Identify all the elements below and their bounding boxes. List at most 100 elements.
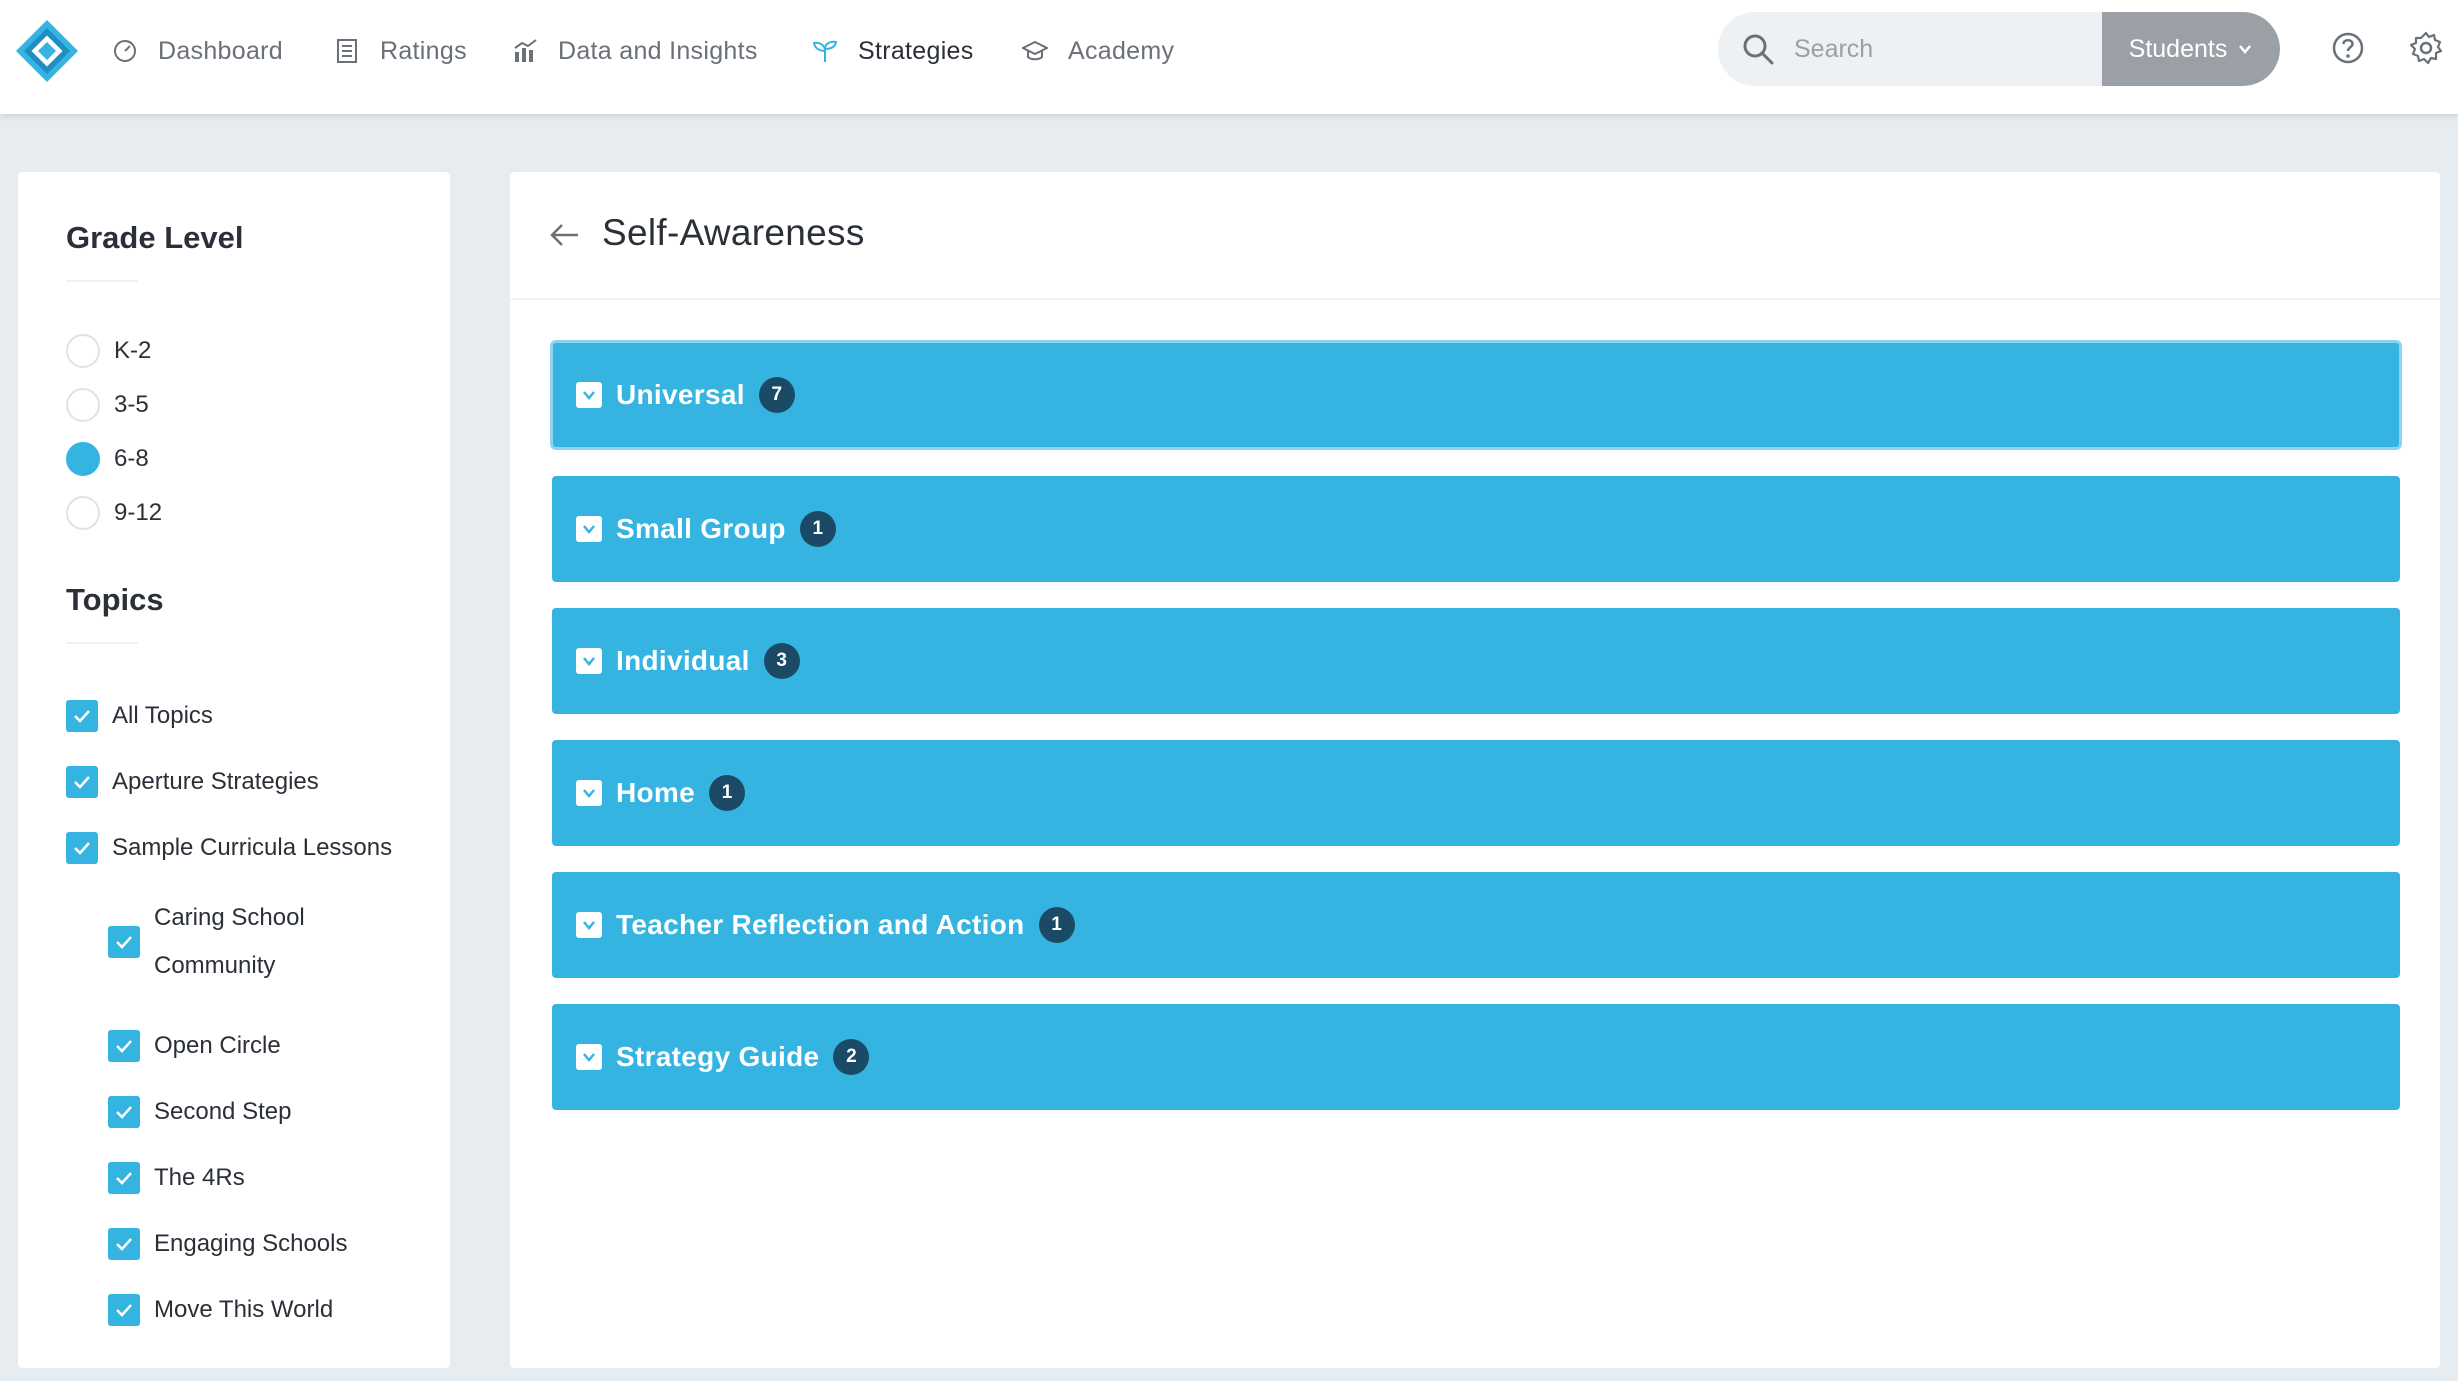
topic-all-topics[interactable]: All Topics — [66, 700, 213, 732]
topic-aperture-strategies[interactable]: Aperture Strategies — [66, 766, 319, 798]
radio-button-selected[interactable] — [66, 442, 100, 476]
subtopic-second-step[interactable]: Second Step — [108, 1096, 291, 1128]
ratings-icon — [337, 39, 357, 63]
checkmark-icon — [74, 842, 90, 855]
count-badge: 1 — [1038, 907, 1075, 943]
subtopic-caring-school-community[interactable]: Caring School Community — [108, 894, 354, 990]
grade-option-3-5[interactable]: 3-5 — [66, 388, 149, 422]
section-small-group[interactable]: Small Group 1 — [552, 476, 2400, 582]
subtopic-engaging-schools[interactable]: Engaging Schools — [108, 1228, 347, 1260]
section-label: Individual — [616, 645, 750, 676]
nav-ratings-label: Ratings — [380, 36, 467, 65]
chevron-down-icon[interactable] — [576, 780, 602, 806]
radio-button[interactable] — [66, 496, 100, 530]
nav-academy-label: Academy — [1068, 36, 1175, 65]
section-label: Home — [616, 777, 695, 808]
checkmark-icon — [116, 1172, 132, 1185]
page-title: Self-Awareness — [602, 212, 865, 253]
search-scope-dropdown[interactable]: Students — [2102, 12, 2280, 86]
strategies-panel: Self-Awareness Universal 7 Small Group 1… — [510, 172, 2440, 1368]
grade-option-9-12[interactable]: 9-12 — [66, 496, 162, 530]
chevron-down-icon[interactable] — [576, 1044, 602, 1070]
subtopic-label: Caring School Community — [154, 904, 305, 979]
checkmark-icon — [116, 1106, 132, 1119]
back-arrow-icon[interactable] — [548, 218, 582, 252]
search-input[interactable] — [1794, 12, 2094, 86]
dashboard-icon — [114, 40, 136, 62]
sprout-icon — [812, 40, 838, 62]
count-badge: 1 — [799, 511, 836, 547]
search-scope-label: Students — [2128, 34, 2228, 63]
grade-option-label: 3-5 — [114, 391, 149, 418]
gear-icon[interactable] — [2408, 30, 2444, 66]
search-bar: Students — [1718, 12, 2280, 86]
section-strategy-guide[interactable]: Strategy Guide 2 — [552, 1004, 2400, 1110]
nav-dashboard-label: Dashboard — [158, 36, 284, 65]
checkbox-checked[interactable] — [108, 926, 140, 958]
checkbox-checked[interactable] — [108, 1096, 140, 1128]
chevron-down-icon — [2239, 45, 2252, 54]
chevron-down-icon[interactable] — [576, 648, 602, 674]
subtopic-open-circle[interactable]: Open Circle — [108, 1030, 281, 1062]
checkbox-checked[interactable] — [66, 766, 98, 798]
grade-option-k-2[interactable]: K-2 — [66, 334, 151, 368]
section-label: Teacher Reflection and Action — [616, 909, 1025, 940]
topic-label: Sample Curricula Lessons — [112, 834, 393, 861]
nav-strategies[interactable]: Strategies — [812, 30, 974, 72]
checkmark-icon — [74, 776, 90, 789]
checkbox-checked[interactable] — [66, 700, 98, 732]
chevron-down-icon[interactable] — [576, 382, 602, 408]
subtopic-label: Engaging Schools — [154, 1230, 348, 1257]
grade-option-label: 6-8 — [114, 445, 149, 472]
count-badge: 1 — [709, 775, 745, 811]
nav-strategies-label: Strategies — [858, 36, 974, 65]
checkmark-icon — [116, 936, 132, 949]
filter-sidebar: Grade Level K-2 3-5 6-8 9-12 Topics All … — [18, 172, 450, 1368]
nav-dashboard[interactable]: Dashboard — [112, 30, 283, 72]
topic-label: All Topics — [112, 702, 213, 729]
grade-option-label: K-2 — [114, 337, 152, 364]
nav-ratings[interactable]: Ratings — [334, 30, 467, 72]
checkbox-checked[interactable] — [108, 1294, 140, 1326]
radio-button[interactable] — [66, 388, 100, 422]
topic-sample-curricula-lessons[interactable]: Sample Curricula Lessons — [66, 832, 392, 864]
section-label: Universal — [616, 379, 745, 410]
checkbox-checked[interactable] — [108, 1162, 140, 1194]
checkbox-checked[interactable] — [66, 832, 98, 864]
nav-academy[interactable]: Academy — [1022, 30, 1174, 72]
section-teacher-reflection-and-action[interactable]: Teacher Reflection and Action 1 — [552, 872, 2400, 978]
divider — [66, 280, 138, 282]
count-badge: 2 — [833, 1039, 870, 1075]
checkmark-icon — [116, 1040, 132, 1053]
subtopic-move-this-world[interactable]: Move This World — [108, 1294, 333, 1326]
checkbox-checked[interactable] — [108, 1030, 140, 1062]
radio-button[interactable] — [66, 334, 100, 368]
checkmark-icon — [74, 710, 90, 723]
nav-data-and-insights-label: Data and Insights — [558, 36, 758, 65]
chevron-down-icon[interactable] — [576, 516, 602, 542]
section-label: Strategy Guide — [616, 1041, 820, 1072]
panel-header: Self-Awareness — [510, 172, 2440, 300]
count-badge: 3 — [763, 643, 800, 679]
divider — [66, 642, 138, 644]
section-label: Small Group — [616, 513, 786, 544]
section-universal[interactable]: Universal 7 — [550, 340, 2402, 450]
nav-data-and-insights[interactable]: Data and Insights — [512, 30, 758, 72]
search-icon[interactable] — [1740, 31, 1776, 67]
top-navigation-bar: Dashboard Ratings Data and Insights Stra… — [0, 0, 2458, 114]
checkmark-icon — [116, 1238, 132, 1251]
grade-option-6-8[interactable]: 6-8 — [66, 442, 149, 476]
grade-option-label: 9-12 — [114, 499, 163, 526]
help-icon[interactable] — [2330, 30, 2366, 66]
topics-heading: Topics — [66, 582, 164, 617]
graduation-cap-icon — [1022, 40, 1048, 61]
chevron-down-icon[interactable] — [576, 912, 602, 938]
checkbox-checked[interactable] — [108, 1228, 140, 1260]
section-individual[interactable]: Individual 3 — [552, 608, 2400, 714]
section-home[interactable]: Home 1 — [552, 740, 2400, 846]
app-logo-icon[interactable] — [14, 18, 80, 84]
checkmark-icon — [116, 1304, 132, 1317]
subtopic-the-4rs[interactable]: The 4Rs — [108, 1162, 245, 1194]
subtopic-label: Open Circle — [154, 1032, 281, 1059]
count-badge: 7 — [758, 377, 795, 413]
